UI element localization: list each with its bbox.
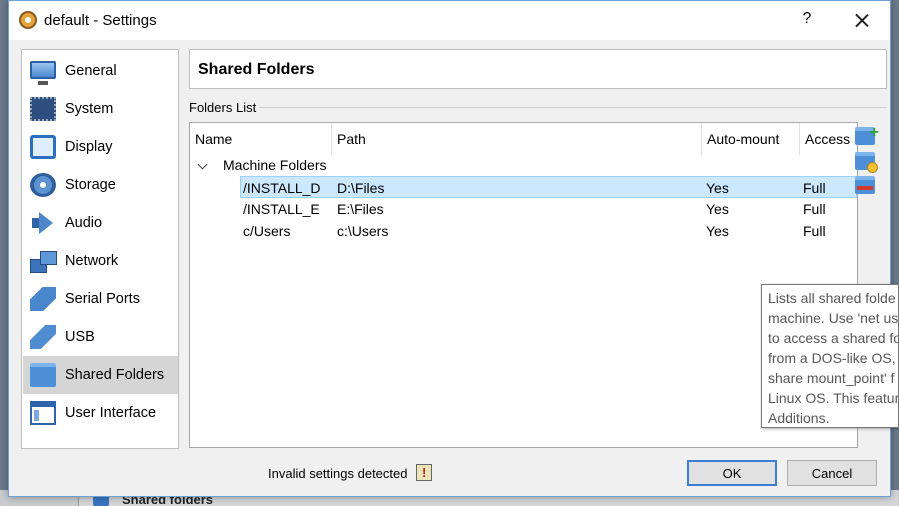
sidebar-item-system[interactable]: System [23,90,178,128]
display-icon [30,135,56,159]
column-header-auto-mount[interactable]: Auto-mount [702,123,800,155]
column-header-access[interactable]: Access [800,123,857,155]
serial-ports-icon [30,287,56,311]
settings-sidebar: General System Display Storage Audio Net… [21,49,179,449]
cell-access: Full [803,223,826,239]
sidebar-item-label: Audio [65,215,103,231]
cancel-button[interactable]: Cancel [787,460,877,486]
title-bar: default - Settings ? [9,1,890,40]
cell-path: E:\Files [337,201,384,217]
ok-button[interactable]: OK [687,460,777,486]
tooltip-line: machine. Use 'net us [768,310,899,326]
column-header-path[interactable]: Path [332,123,702,155]
system-icon [30,97,56,121]
tooltip-line: Additions. [768,410,830,426]
chevron-down-icon[interactable] [197,159,208,170]
cell-access: Full [803,201,826,217]
cell-name: c/Users [243,223,291,239]
sidebar-item-network[interactable]: Network [23,242,178,280]
folders-list-tooltip: Lists all shared folde machine. Use 'net… [761,284,899,428]
network-icon [30,249,57,273]
tooltip-line: from a DOS-like OS, [768,350,896,366]
tooltip-line: Linux OS. This featur [768,390,899,406]
cell-name: /INSTALL_E [243,201,320,217]
cell-access: Full [803,180,826,196]
page-title: Shared Folders [198,61,315,78]
close-button[interactable] [849,6,875,34]
sidebar-item-storage[interactable]: Storage [23,166,178,204]
storage-icon [30,173,56,197]
cell-path: D:\Files [337,180,385,196]
folders-list[interactable]: Name Path Auto-mount Access Machine Fold… [189,122,858,448]
cell-path: c:\Users [337,223,389,239]
settings-dialog: default - Settings ? General System Disp… [8,0,891,497]
table-row[interactable]: /INSTALL_D D:\Files Yes Full [240,176,857,198]
add-folder-icon[interactable] [855,124,879,145]
shared-folders-icon [30,363,56,387]
sidebar-item-label: Network [65,253,119,269]
folders-list-label: Folders List [189,100,257,115]
sidebar-item-label: USB [65,329,95,345]
sidebar-item-label: General [65,63,117,79]
sidebar-item-label: User Interface [65,405,157,421]
sidebar-item-label: Serial Ports [65,291,140,307]
table-row[interactable]: /INSTALL_E E:\Files Yes Full [240,198,857,220]
tooltip-line: share mount_point' f [768,370,895,386]
group-label: Machine Folders [223,157,327,173]
sidebar-item-label: Display [65,139,113,155]
tooltip-line: Lists all shared folde [768,290,896,306]
sidebar-item-audio[interactable]: Audio [23,204,178,242]
group-divider [259,107,887,108]
cell-name: /INSTALL_D [243,180,321,196]
sidebar-item-usb[interactable]: USB [23,318,178,356]
sidebar-item-label: Storage [65,177,116,193]
cell-auto-mount: Yes [706,223,729,239]
warning-icon[interactable] [416,464,432,481]
cell-auto-mount: Yes [706,180,729,196]
audio-icon [30,211,56,235]
tooltip-line: to access a shared fo [768,330,899,346]
sidebar-item-user-interface[interactable]: User Interface [23,394,178,432]
column-header-name[interactable]: Name [190,123,332,155]
user-interface-icon [30,401,56,425]
table-row[interactable]: c/Users c:\Users Yes Full [240,220,857,242]
virtualbox-app-icon [19,11,37,29]
invalid-settings-text: Invalid settings detected [268,466,408,481]
remove-folder-icon[interactable] [855,176,875,194]
sidebar-item-label: Shared Folders [65,367,165,383]
window-title: default - Settings [44,12,157,29]
help-button[interactable]: ? [797,10,817,28]
general-icon [30,61,56,85]
page-header: Shared Folders [189,49,887,89]
cell-auto-mount: Yes [706,201,729,217]
sidebar-item-display[interactable]: Display [23,128,178,166]
sidebar-item-shared-folders[interactable]: Shared Folders [23,356,178,394]
sidebar-item-serial-ports[interactable]: Serial Ports [23,280,178,318]
edit-folder-icon[interactable] [855,152,878,173]
sidebar-item-label: System [65,101,114,117]
sidebar-item-general[interactable]: General [23,52,178,90]
usb-icon [30,325,56,349]
